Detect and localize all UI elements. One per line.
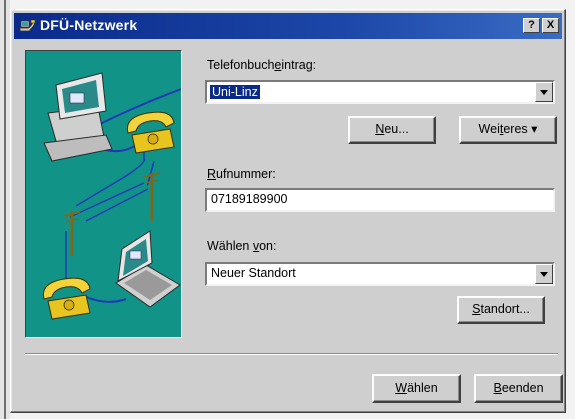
phonebook-entry-label: Telefonbucheintrag: <box>207 58 317 72</box>
utility-pole-icon <box>143 172 161 221</box>
laptop-icon <box>115 230 181 308</box>
telephone-icon <box>42 277 91 320</box>
phone-number-input[interactable]: 07189189900 <box>205 188 555 212</box>
window-title: DFÜ-Netzwerk <box>40 17 138 33</box>
location-button[interactable]: Standort... <box>457 296 545 324</box>
help-button[interactable]: ? <box>523 18 540 33</box>
separator <box>25 353 558 355</box>
phonebook-entry-select[interactable]: Uni-Linz <box>205 80 555 104</box>
dial-from-select[interactable]: Neuer Standort <box>205 262 555 286</box>
dialup-illustration <box>25 50 182 338</box>
dialup-networking-window: DFÜ-Netzwerk ? X Telefonbucheintrag: Uni… <box>10 9 566 413</box>
dial-from-label: Wählen von: <box>207 239 277 253</box>
chevron-down-icon: ▾ <box>531 122 538 136</box>
telephone-icon <box>126 111 175 154</box>
dialup-networking-icon <box>20 19 36 32</box>
chevron-down-icon[interactable] <box>535 82 553 102</box>
chevron-down-icon[interactable] <box>535 264 553 284</box>
desktop-computer-icon <box>43 72 113 162</box>
close-window-button[interactable]: X <box>542 18 559 33</box>
close-button[interactable]: Beenden <box>474 374 563 403</box>
background-edge-line <box>4 0 6 419</box>
more-button[interactable]: Weiteres ▾ <box>459 116 557 144</box>
phonebook-entry-value: Uni-Linz <box>210 85 260 99</box>
new-button[interactable]: Neu... <box>348 116 436 144</box>
phone-number-label: Rufnummer: <box>207 167 276 181</box>
dial-button[interactable]: Wählen <box>372 374 461 403</box>
dial-from-value: Neuer Standort <box>211 266 296 280</box>
title-bar[interactable]: DFÜ-Netzwerk ? X <box>14 13 562 39</box>
dialup-illustration-graphic <box>42 72 182 320</box>
